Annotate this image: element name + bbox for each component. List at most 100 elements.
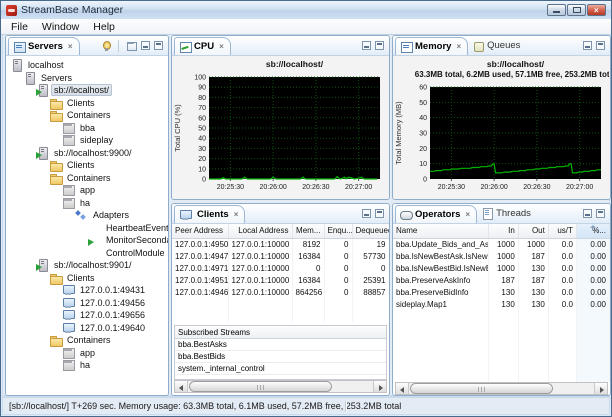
maximize-icon[interactable] [596,41,605,50]
tab-threads[interactable]: Threads [477,204,537,223]
column-header[interactable]: Local Address [228,224,292,238]
minimize-icon[interactable] [362,209,371,218]
table-row[interactable]: 127.0.0.1:49718127.0.0.1:10000000 [172,262,389,274]
svg-text:30: 30 [198,146,206,153]
column-header[interactable]: Mem... [292,224,324,238]
tree-item[interactable]: bba [6,122,168,135]
tree-item[interactable]: Containers [6,334,168,347]
close-icon[interactable]: × [217,43,224,51]
tree-item[interactable]: app [6,184,168,197]
tab-queues[interactable]: Queues [468,36,526,55]
minimize-icon[interactable] [583,209,592,218]
column-header[interactable]: Out [518,224,548,238]
tree-item[interactable]: MonitorSecondary [6,234,168,247]
table-row[interactable]: 127.0.0.1:49504127.0.0.1:100008192019 [172,238,389,250]
minimize-icon[interactable] [583,41,592,50]
table-row[interactable]: bba.PreserveBidInfo1301300.00.00 [393,286,610,298]
tree-item[interactable]: Containers [6,172,168,185]
tree-item[interactable]: Clients [6,97,168,110]
column-header[interactable]: us/T [548,224,576,238]
minimize-icon[interactable] [141,41,150,50]
column-header[interactable]: In [488,224,518,238]
tree-item[interactable]: 127.0.0.1:49431 [6,284,168,297]
empty-row [393,310,610,322]
menu-item-window[interactable]: Window [35,20,86,34]
table-row[interactable]: bba.PreserveAskInfo1871870.00.00 [393,274,610,286]
table-row[interactable]: bba.IsNewBestAsk.IsNewB...10001870.00.00 [393,250,610,262]
link-with-editor-icon[interactable] [125,40,137,52]
stream-row[interactable]: bba.BestAsks [175,339,386,351]
tree-item-label: Servers [38,72,75,84]
tab-operators[interactable]: Operators × [395,205,477,223]
tab-memory[interactable]: Memory × [395,37,468,55]
scroll-left-icon[interactable] [396,383,409,394]
scroll-right-icon[interactable] [373,381,386,392]
table-row[interactable]: 127.0.0.1:49477127.0.0.1:100001638405773… [172,250,389,262]
tab-servers[interactable]: Servers × [8,37,80,55]
tree-item[interactable]: sb://localhost:9901/ [6,259,168,272]
tree-item-label: 127.0.0.1:49640 [77,322,148,334]
menu-item-help[interactable]: Help [86,20,122,34]
svg-text:70: 70 [198,105,206,112]
column-header[interactable]: Dequeued [352,224,389,238]
tree-item[interactable]: sideplay [6,134,168,147]
column-header[interactable]: %... [576,224,609,238]
menu-item-file[interactable]: File [4,20,35,34]
close-button[interactable]: × [587,4,606,16]
tree-item[interactable]: Clients [6,159,168,172]
stream-row[interactable]: bba.BestBids [175,351,386,363]
lightbulb-icon[interactable] [100,40,112,52]
column-header[interactable]: Name [393,224,488,238]
operators-horizontal-scrollbar[interactable] [395,382,608,395]
column-header[interactable]: Enqu... [324,224,352,238]
tree-item[interactable]: Servers [6,72,168,85]
tree-item[interactable]: ControlModule [6,247,168,260]
maximize-button[interactable] [567,4,586,16]
tree-item[interactable]: 127.0.0.1:49656 [6,309,168,322]
table-row[interactable]: 127.0.0.1:49518127.0.0.1:100001638402539… [172,274,389,286]
table-cell: 127.0.0.1:49469 [172,286,228,298]
tree-item[interactable]: sb://localhost/ [6,84,168,97]
tree-item[interactable]: ha [6,359,168,372]
table-cell: sideplay.Map1 [393,298,488,310]
tree-item[interactable]: ha [6,197,168,210]
clients-table: Peer AddressLocal AddressMem...Enqu...De… [172,224,389,322]
tree-item[interactable]: 127.0.0.1:49456 [6,297,168,310]
table-row[interactable]: bba.Update_Bids_and_Asks100010000.00.00 [393,238,610,250]
tree-item[interactable]: 127.0.0.1:49640 [6,322,168,335]
close-icon[interactable]: × [232,211,239,219]
stream-row[interactable]: system._internal_control [175,363,386,375]
maximize-icon[interactable] [154,41,163,50]
column-header[interactable]: Peer Address [172,224,228,238]
maximize-icon[interactable] [375,41,384,50]
minimize-button[interactable] [547,4,566,16]
tree-item[interactable]: HeartbeatEventActions [6,222,168,235]
tab-cpu[interactable]: CPU × [174,37,231,55]
subscribed-streams-header[interactable]: Subscribed Streams [175,326,386,339]
close-icon[interactable]: × [454,43,461,51]
tree-item[interactable]: Clients [6,272,168,285]
tree-item-label: ControlModule [103,247,168,259]
tree-item[interactable]: Adapters [6,209,168,222]
maximize-icon[interactable] [596,209,605,218]
clients-horizontal-scrollbar[interactable] [174,380,387,393]
clients-panel: Clients × Peer AddressLocal AddressMem..… [171,203,390,396]
close-icon[interactable]: × [66,43,73,51]
scroll-left-icon[interactable] [175,381,188,392]
tree-item[interactable]: Containers [6,109,168,122]
table-row[interactable]: sideplay.Map11301300.00.00 [393,298,610,310]
table-cell: 187 [518,274,548,286]
minimize-icon[interactable] [362,41,371,50]
tree-item[interactable]: app [6,347,168,360]
scroll-right-icon[interactable] [594,383,607,394]
tree-item[interactable]: sb://localhost:9900/ [6,147,168,160]
maximize-icon[interactable] [375,209,384,218]
scrollbar-thumb[interactable] [410,383,553,394]
table-row[interactable]: bba.IsNewBestBid.IsNewB...10001300.00.00 [393,262,610,274]
scrollbar-thumb[interactable] [189,381,332,392]
table-row[interactable]: 127.0.0.1:49469127.0.0.1:100008642560888… [172,286,389,298]
chart-icon [179,41,191,52]
close-icon[interactable]: × [463,211,470,219]
tree-item[interactable]: localhost [6,59,168,72]
tab-clients[interactable]: Clients × [174,205,245,223]
